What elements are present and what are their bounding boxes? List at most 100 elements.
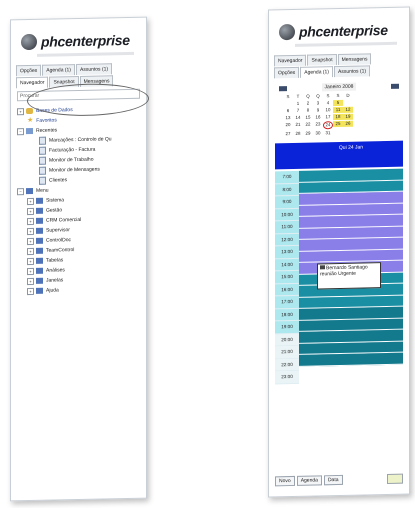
logo-icon (279, 23, 295, 41)
expand-icon[interactable]: + (27, 267, 34, 275)
tab-row-2: Opções Agenda (1) Assuntos (1) (269, 65, 409, 79)
calendar-day[interactable]: 23 (313, 121, 323, 127)
time-label: 14:00 (275, 258, 299, 272)
expand-icon[interactable]: + (27, 197, 34, 205)
calendar-day[interactable]: 9 (313, 107, 323, 113)
document-icon (39, 146, 46, 155)
time-label: 19:00 (275, 320, 299, 334)
calendar-day[interactable]: 28 (293, 131, 303, 137)
tab-assuntos[interactable]: Assuntos (1) (333, 65, 371, 78)
expand-icon[interactable]: + (27, 247, 34, 255)
tab-snapshot[interactable]: Snapshot (307, 54, 337, 66)
calendar-day[interactable]: 4 (323, 100, 333, 106)
tab-navegador[interactable]: Navegador (274, 54, 307, 67)
calendar-day[interactable]: 31 (323, 130, 333, 136)
tab-assuntos[interactable]: Assuntos (1) (75, 63, 113, 76)
module-icon (36, 277, 43, 284)
module-icon (36, 247, 43, 254)
time-label: 23:00 (275, 370, 299, 384)
tab-agenda[interactable]: Agenda (1) (300, 66, 333, 78)
time-label: 8:00 (275, 183, 299, 197)
expand-icon[interactable]: + (27, 217, 34, 225)
tab-opcoes[interactable]: Opções (274, 66, 300, 79)
time-label: 12:00 (275, 233, 299, 247)
calendar-day[interactable]: 12 (343, 106, 353, 113)
document-icon (39, 156, 46, 165)
calendar-day[interactable]: 11 (333, 106, 343, 114)
day-header: Qui 24 Jan (275, 140, 403, 170)
calendar-day[interactable]: 21 (293, 122, 303, 128)
appointment-icon (320, 265, 325, 270)
appointment[interactable]: Bernardo Santiago reunião Urgente (317, 262, 381, 290)
calendar-day[interactable]: 13 (283, 115, 293, 121)
calendar-day[interactable]: 14 (293, 115, 303, 121)
expand-icon[interactable]: + (27, 227, 34, 235)
tab-mensagens[interactable]: Mensagens (337, 53, 372, 66)
document-icon (39, 136, 46, 145)
document-icon (39, 176, 46, 185)
action-icon[interactable] (387, 473, 403, 484)
time-label: 16:00 (275, 283, 299, 297)
time-slot[interactable] (299, 352, 403, 367)
menu-item[interactable]: + Ajuda (17, 284, 140, 297)
expand-icon[interactable]: + (27, 257, 34, 265)
calendar-day[interactable]: 5 (333, 99, 343, 107)
calendar-header: Janeiro 2008 (279, 82, 399, 93)
collapse-icon[interactable]: − (17, 127, 24, 135)
calendar-day[interactable]: 6 (283, 108, 293, 114)
module-icon (36, 227, 43, 234)
menu-icon (26, 187, 33, 195)
prev-month-button[interactable] (279, 85, 287, 91)
collapse-icon[interactable]: − (17, 187, 24, 195)
calendar-day[interactable]: 19 (343, 113, 353, 120)
calendar-day[interactable]: 29 (303, 131, 313, 137)
calendar-day[interactable]: 30 (313, 130, 323, 136)
weekday-label: T (296, 93, 300, 99)
document-icon (39, 166, 46, 175)
calendar-day (333, 130, 343, 136)
time-label: 15:00 (275, 270, 299, 284)
calendar-day[interactable]: 18 (333, 113, 343, 121)
weekday-label: D (346, 92, 350, 98)
calendar-day[interactable]: 7 (293, 108, 303, 114)
calendar-title: Janeiro 2008 (321, 82, 357, 92)
calendar-day (283, 101, 293, 107)
next-month-button[interactable] (390, 83, 399, 89)
calendar-day[interactable]: 1 (293, 101, 303, 107)
calendar-day[interactable]: 25 (333, 120, 343, 128)
date-button[interactable]: Data (323, 474, 343, 486)
tab-opcoes[interactable]: Opções (16, 64, 42, 77)
expand-icon[interactable]: + (27, 287, 34, 295)
tab-agenda[interactable]: Agenda (1) (42, 64, 75, 76)
module-icon (36, 287, 43, 294)
calendar-day[interactable]: 8 (303, 108, 313, 114)
calendar-day[interactable]: 2 (303, 101, 313, 107)
time-label: 17:00 (275, 295, 299, 309)
expand-icon[interactable]: + (27, 207, 34, 215)
calendar-day[interactable]: 10 (323, 107, 333, 113)
time-label: 22:00 (275, 358, 299, 372)
calendar-day[interactable]: 16 (313, 114, 323, 120)
calendar-day[interactable]: 3 (313, 100, 323, 106)
calendar-day[interactable]: 26 (343, 120, 353, 127)
expand-icon[interactable]: + (27, 277, 34, 285)
time-label: 7:00 (275, 170, 299, 184)
calendar-day[interactable]: 15 (303, 115, 313, 121)
time-label: 18:00 (275, 308, 299, 322)
calendar-day[interactable]: 20 (283, 122, 293, 128)
expand-icon[interactable]: + (17, 107, 24, 115)
left-panel: phcenterprise Opções Agenda (1) Assuntos… (10, 16, 149, 502)
weekday-label: S (336, 92, 340, 99)
brand-text: phcenterprise (41, 31, 130, 50)
calendar-day[interactable]: 27 (283, 131, 293, 137)
new-button[interactable]: Novo (275, 475, 295, 487)
expand-icon[interactable]: + (27, 237, 34, 245)
time-label: 13:00 (275, 245, 299, 259)
tab-navegador[interactable]: Navegador (16, 76, 49, 89)
right-panel: phcenterprise Navegador Snapshot Mensage… (268, 6, 410, 498)
calendar-day[interactable]: 22 (303, 122, 313, 128)
calendar-day[interactable]: 24 (323, 121, 333, 130)
agenda-button[interactable]: Agenda (296, 475, 322, 486)
logo: phcenterprise (269, 8, 409, 45)
calendar-day[interactable]: 17 (323, 114, 333, 120)
